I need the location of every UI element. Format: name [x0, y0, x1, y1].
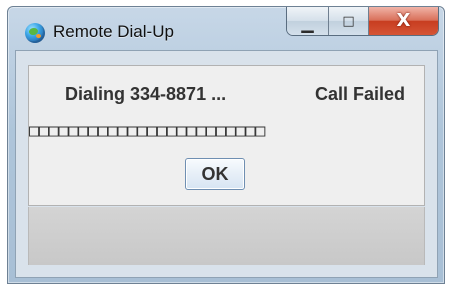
status-line: Dialing 334-8871 ... Call Failed [29, 84, 424, 110]
blank-lower-panel [28, 207, 425, 265]
title-bar[interactable]: Remote Dial-Up ▁ □ X [8, 7, 444, 51]
close-icon: X [396, 10, 411, 31]
minimize-button[interactable]: ▁ [287, 7, 329, 35]
call-status: Call Failed [314, 84, 405, 104]
maximize-icon: □ [342, 13, 355, 29]
maximize-button[interactable]: □ [329, 7, 369, 35]
globe-icon [25, 23, 45, 43]
close-button[interactable]: X [369, 7, 438, 35]
window-controls: ▁ □ X [287, 7, 438, 35]
dialing-number: Dialing 334-8871 ... [65, 84, 227, 104]
ok-button[interactable]: OK [185, 158, 245, 190]
minimize-icon: ▁ [301, 14, 314, 33]
window-title: Remote Dial-Up [53, 22, 174, 41]
remote-dial-up-window: Remote Dial-Up ▁ □ X Dialing 334-8871 ..… [7, 6, 445, 284]
progress-placeholder-row: □□□□□□□□□□□□□□□□□□□□□□□□ [29, 121, 266, 141]
dial-status-dialog: Dialing 334-8871 ... Call Failed □□□□□□□… [28, 65, 425, 206]
